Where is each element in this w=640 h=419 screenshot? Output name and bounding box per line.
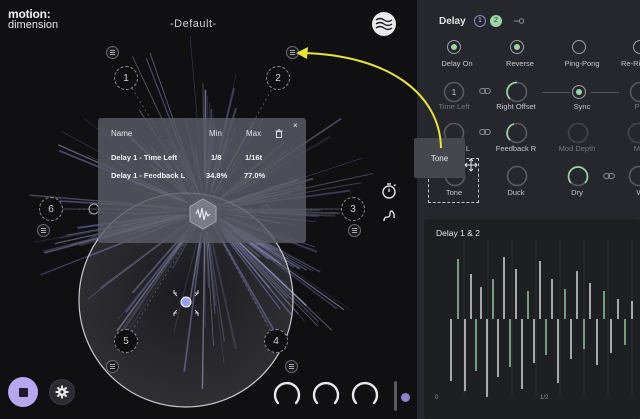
node-4[interactable]: 4 bbox=[264, 329, 288, 353]
stop-button[interactable] bbox=[8, 377, 38, 407]
node-1[interactable]: 1 bbox=[114, 66, 138, 90]
delay-title: Delay bbox=[439, 16, 466, 27]
axis-start-label: 0 bbox=[435, 395, 439, 401]
table-row-max[interactable]: 77.0% bbox=[244, 171, 265, 180]
col-name-header: Name bbox=[111, 129, 133, 138]
axis-mid-label: 1/2 bbox=[540, 395, 549, 401]
node-2[interactable]: 2 bbox=[266, 66, 290, 90]
output-fader[interactable] bbox=[394, 381, 397, 411]
reverse-toggle[interactable]: Reverse bbox=[506, 40, 534, 68]
delay-taps-plot bbox=[450, 241, 633, 397]
knob-label: P bbox=[634, 102, 640, 111]
table-row-min[interactable]: 1/8 bbox=[211, 153, 221, 162]
knob-label: W bbox=[620, 188, 640, 197]
time-left-value: 1 bbox=[452, 88, 457, 97]
tab-delay-1[interactable]: 1 bbox=[474, 15, 486, 27]
trash-icon[interactable] bbox=[275, 129, 283, 138]
wet-knob[interactable]: W bbox=[628, 165, 640, 197]
node-1-menu-icon[interactable] bbox=[106, 46, 119, 59]
node-4-menu-icon[interactable] bbox=[285, 360, 298, 373]
path-draw-icon[interactable] bbox=[381, 208, 397, 224]
motion-panel: motion: dimension -Default- 1 2 3 4 5 6 … bbox=[0, 0, 416, 419]
mod-rate-knob[interactable]: Mod bbox=[627, 122, 640, 153]
toggle-label: Ping-Pong bbox=[564, 59, 600, 68]
node-6-menu-icon[interactable] bbox=[37, 224, 50, 237]
table-row-name: Delay 1 - Time Left bbox=[111, 153, 178, 162]
modulation-popup: × Name Min Max Delay 1 - Time Left 1/8 1… bbox=[98, 118, 306, 243]
right-offset-knob[interactable]: Right Offset bbox=[496, 81, 536, 111]
node-5[interactable]: 5 bbox=[114, 329, 138, 353]
source-position-dot[interactable] bbox=[180, 296, 192, 308]
time-left-knob[interactable]: 1 Time Left bbox=[439, 81, 469, 111]
re-ri-toggle[interactable]: Re-Ri bbox=[621, 40, 640, 68]
divider bbox=[591, 92, 619, 93]
duck-knob[interactable]: Duck bbox=[506, 165, 528, 197]
feedback-r-knob[interactable]: Feedback R bbox=[496, 122, 536, 153]
node-6[interactable]: 6 bbox=[39, 197, 63, 221]
expand-icon[interactable] bbox=[401, 393, 410, 402]
col-max-header: Max bbox=[246, 129, 262, 138]
output-knob-2[interactable] bbox=[311, 379, 341, 409]
drag-move-icon bbox=[464, 158, 478, 172]
link-toggle-icon[interactable] bbox=[513, 15, 525, 27]
col-min-header: Min bbox=[209, 129, 222, 138]
delay-on-toggle[interactable]: Delay On bbox=[441, 40, 473, 68]
knob-label: Sync bbox=[573, 102, 591, 111]
output-knob-3[interactable] bbox=[350, 379, 380, 409]
stop-icon bbox=[18, 387, 28, 397]
divider bbox=[542, 92, 570, 93]
node-2-menu-icon[interactable] bbox=[286, 46, 299, 59]
tab-delay-2[interactable]: 2 bbox=[490, 15, 502, 27]
table-row-name: Delay 1 - Feedback L bbox=[111, 171, 186, 180]
waveform-hex-icon[interactable] bbox=[187, 198, 219, 230]
table-row-max[interactable]: 1/16t bbox=[245, 153, 262, 162]
node-3-menu-icon[interactable] bbox=[348, 224, 361, 237]
drag-tooltip: Tone bbox=[414, 138, 465, 178]
timer-icon[interactable] bbox=[380, 182, 398, 200]
dry-knob[interactable]: Dry bbox=[567, 165, 589, 197]
close-icon[interactable]: × bbox=[293, 121, 298, 130]
p-knob[interactable]: P bbox=[629, 81, 640, 111]
toggle-label: Re-Ri bbox=[621, 59, 640, 68]
link-icon[interactable] bbox=[479, 127, 491, 137]
node-3[interactable]: 3 bbox=[341, 197, 365, 221]
knob-label: Mod bbox=[633, 144, 640, 153]
knob-label: Dry bbox=[571, 188, 583, 197]
output-knob-1[interactable] bbox=[272, 379, 302, 409]
settings-button[interactable] bbox=[49, 379, 75, 405]
delay-panel: Delay 1 2 Delay On Reverse Ping-Pong Re-… bbox=[417, 0, 640, 419]
table-row-min[interactable]: 34.8% bbox=[206, 171, 227, 180]
link-icon[interactable] bbox=[479, 86, 491, 96]
node-5-menu-icon[interactable] bbox=[106, 360, 119, 373]
link-icon[interactable] bbox=[603, 171, 615, 181]
delay-graph: Delay 1 & 2 0 1/2 bbox=[424, 219, 640, 419]
knob-label: Mod Depth bbox=[558, 144, 596, 153]
ping-pong-toggle[interactable]: Ping-Pong bbox=[564, 40, 600, 68]
sync-toggle[interactable]: Sync bbox=[572, 85, 590, 111]
mod-depth-knob[interactable]: Mod Depth bbox=[559, 122, 595, 153]
